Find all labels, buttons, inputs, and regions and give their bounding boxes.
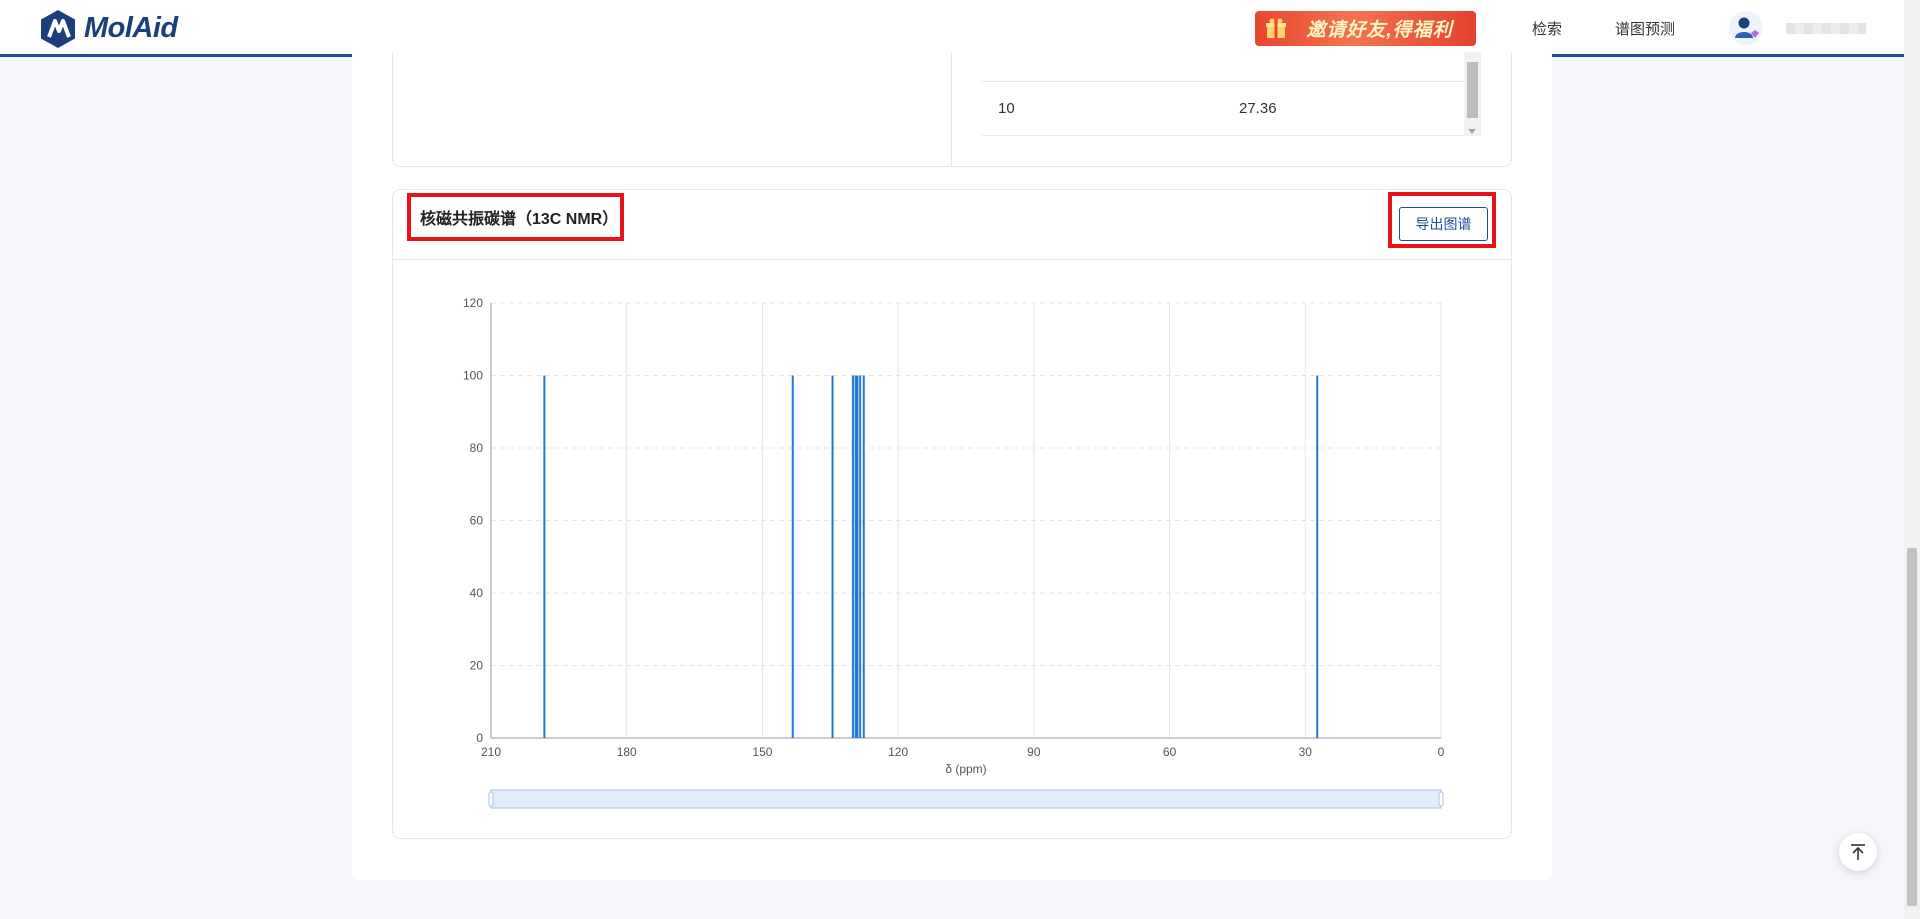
x-tick-label: 180	[617, 745, 637, 759]
nav-spectrum-prediction[interactable]: 谱图预测	[1615, 18, 1675, 39]
x-tick-label: 210	[481, 745, 501, 759]
table-cell-shift: 27.36	[1239, 100, 1277, 117]
molaid-logo-icon	[41, 9, 75, 48]
x-tick-label: 150	[752, 745, 772, 759]
x-tick-label: 120	[888, 745, 908, 759]
y-tick-label: 60	[470, 514, 484, 528]
promo-text: 邀请好友,得福利	[1306, 20, 1453, 41]
zoom-slider-window[interactable]	[490, 789, 1442, 809]
nmr-spectrum-chart: 0 20 40 60 80 100 120 210 180 150 120 90 60 30 0 δ (ppm…	[463, 296, 1445, 809]
zoom-slider-handle-right[interactable]	[1438, 791, 1444, 807]
shift-table-panel	[392, 52, 1512, 167]
export-spectrum-button[interactable]: 导出图谱	[1399, 207, 1488, 241]
table-scrollbar[interactable]	[1464, 52, 1481, 136]
username-redacted[interactable]	[1786, 23, 1866, 34]
nmr-title-text: 核磁共振碳谱（13C NMR）	[420, 211, 619, 228]
nmr-header-divider	[393, 259, 1511, 260]
page-scrollbar-thumb[interactable]	[1907, 548, 1917, 906]
gift-icon	[1266, 18, 1286, 38]
logo-text: MolAid	[84, 12, 178, 44]
arrow-up-icon	[1851, 844, 1865, 860]
nmr-title: 核磁共振碳谱（13C NMR）	[407, 193, 624, 241]
x-tick-label: 90	[1027, 745, 1041, 759]
y-tick-label: 80	[470, 441, 484, 455]
x-tick-label: 0	[1438, 745, 1445, 759]
y-tick-label: 40	[470, 586, 484, 600]
top-navigation-bar: MolAid 邀请好友,得福利 检索 谱图预测	[0, 0, 1904, 57]
logo[interactable]: MolAid	[38, 8, 178, 49]
back-to-top-button[interactable]	[1839, 833, 1877, 871]
zoom-slider-handle-left[interactable]	[488, 791, 494, 807]
y-tick-label: 120	[463, 296, 483, 310]
table-scrollbar-thumb[interactable]	[1467, 62, 1478, 118]
invite-promo-banner[interactable]: 邀请好友,得福利	[1255, 11, 1476, 46]
x-tick-label: 30	[1299, 745, 1313, 759]
y-tick-label: 0	[476, 731, 483, 745]
table-row-divider	[982, 81, 1480, 82]
table-row-divider	[982, 135, 1480, 136]
x-tick-label: 60	[1163, 745, 1177, 759]
table-cell-index: 10	[998, 100, 1015, 117]
scroll-down-arrow-icon[interactable]	[1468, 129, 1476, 134]
nav-search[interactable]: 检索	[1532, 18, 1562, 39]
panel-divider	[951, 52, 952, 166]
user-avatar-icon[interactable]	[1729, 11, 1763, 45]
y-tick-label: 100	[463, 369, 483, 383]
page-scrollbar[interactable]	[1904, 0, 1920, 919]
x-axis-label: δ (ppm)	[945, 762, 986, 776]
y-tick-label: 20	[470, 659, 484, 673]
